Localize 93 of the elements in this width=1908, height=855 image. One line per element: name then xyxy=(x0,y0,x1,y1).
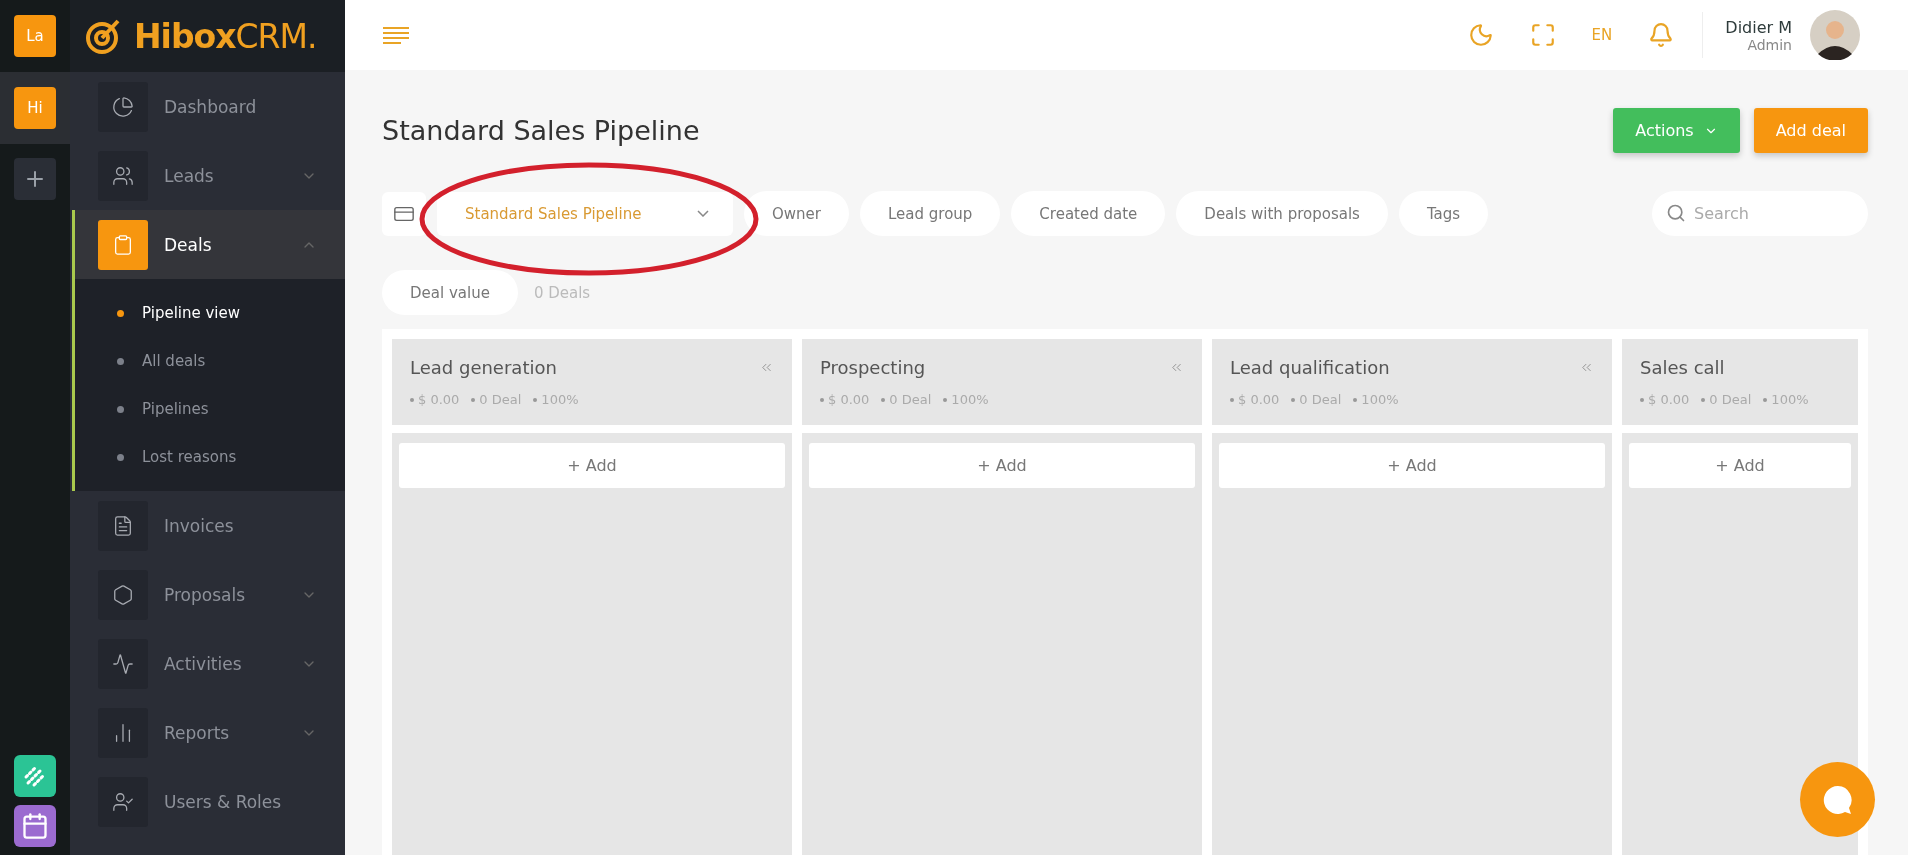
user-check-icon xyxy=(98,776,148,827)
filter-chip[interactable]: Created date xyxy=(1011,191,1166,236)
card-view-button[interactable] xyxy=(382,191,426,236)
filter-chip[interactable]: Owner xyxy=(744,191,849,236)
stage-stat: 0 Deal xyxy=(889,392,932,407)
add-workspace-button[interactable] xyxy=(14,158,56,200)
avatar[interactable] xyxy=(1810,10,1860,60)
bullet-icon xyxy=(117,405,124,413)
add-card-button[interactable]: + Add xyxy=(809,443,1195,488)
bullet-icon xyxy=(943,397,948,402)
submenu-item[interactable]: Pipelines xyxy=(75,385,345,433)
workspace-badge: La xyxy=(14,15,56,57)
bullet-icon xyxy=(1353,397,1358,402)
nav-item[interactable]: Users & Roles xyxy=(75,767,345,836)
stage-stat: 100% xyxy=(1771,392,1809,407)
stage-title: Lead qualification xyxy=(1230,357,1390,378)
filter-chip[interactable]: Tags xyxy=(1398,191,1489,236)
bullet-icon xyxy=(117,357,124,365)
app-stripes-icon[interactable] xyxy=(14,755,56,797)
users-icon xyxy=(98,150,148,201)
bullet-icon xyxy=(881,397,886,402)
search-icon xyxy=(1666,203,1686,223)
submenu-item[interactable]: Pipeline view xyxy=(75,289,345,337)
nav-item[interactable]: Activities xyxy=(75,629,345,698)
workspace-badge: Hi xyxy=(14,87,56,129)
nav-label: Activities xyxy=(164,653,243,674)
nav-item[interactable]: Deals xyxy=(75,210,345,279)
workspace-tab[interactable]: Hi xyxy=(0,72,70,144)
calendar-app-icon[interactable] xyxy=(14,805,56,847)
bullet-icon xyxy=(117,453,124,461)
pipeline-select[interactable]: Standard Sales Pipeline xyxy=(437,191,733,236)
nav-item[interactable]: Proposals xyxy=(75,560,345,629)
nav-item[interactable]: Invoices xyxy=(75,491,345,560)
stage-stat: 100% xyxy=(541,392,579,407)
search-field[interactable]: Search xyxy=(1652,191,1868,236)
stage-stat: $ 0.00 xyxy=(418,392,460,407)
nav-item[interactable]: Dashboard xyxy=(75,72,345,141)
nav-label: Proposals xyxy=(164,584,246,605)
bullet-icon xyxy=(410,397,414,402)
add-card-button[interactable]: + Add xyxy=(1629,443,1851,488)
nav-label: Leads xyxy=(164,165,215,186)
user-role: Admin xyxy=(1747,36,1792,53)
workspace-tab[interactable]: La xyxy=(0,0,70,72)
bullet-icon xyxy=(1701,397,1706,402)
bullet-icon xyxy=(533,397,538,402)
nav-item[interactable]: Reports xyxy=(75,698,345,767)
submenu-item[interactable]: Lost reasons xyxy=(75,433,345,481)
bullet-icon xyxy=(117,309,124,317)
filter-chip[interactable]: Deals with proposals xyxy=(1176,191,1388,236)
page-title: Standard Sales Pipeline xyxy=(382,115,701,146)
bullet-icon xyxy=(820,397,824,402)
bullet-icon xyxy=(471,397,476,402)
stage-stat: $ 0.00 xyxy=(1648,392,1690,407)
nav-label: Invoices xyxy=(164,515,235,536)
add-deal-button[interactable]: Add deal xyxy=(1753,108,1868,153)
fullscreen-icon[interactable] xyxy=(1529,22,1556,48)
bar-chart-icon xyxy=(98,707,148,758)
stage-stat: 100% xyxy=(951,392,989,407)
document-icon xyxy=(98,500,148,551)
nav-label: Users & Roles xyxy=(164,791,283,812)
stage-stat: $ 0.00 xyxy=(1238,392,1280,407)
moon-icon[interactable] xyxy=(1467,22,1494,48)
pie-chart-icon xyxy=(98,81,148,132)
add-card-button[interactable]: + Add xyxy=(399,443,785,488)
stage-stat: 100% xyxy=(1361,392,1399,407)
nav-label: Dashboard xyxy=(164,96,258,117)
bullet-icon xyxy=(1763,397,1768,402)
deal-count: 0 Deals xyxy=(533,283,591,302)
add-card-button[interactable]: + Add xyxy=(1219,443,1605,488)
pulse-icon xyxy=(98,638,148,689)
actions-button[interactable]: Actions xyxy=(1613,108,1740,153)
submenu-item[interactable]: All deals xyxy=(75,337,345,385)
bell-icon[interactable] xyxy=(1648,22,1675,48)
bullet-icon xyxy=(1230,397,1234,402)
chevron-down-icon xyxy=(697,210,709,217)
brand-logo: HiboxCRM. xyxy=(134,16,317,56)
stage-stat: 0 Deal xyxy=(1709,392,1752,407)
stage-stat: 0 Deal xyxy=(479,392,522,407)
nav-item[interactable]: Leads xyxy=(75,141,345,210)
nav-label: Deals xyxy=(164,234,213,255)
user-name: Didier M xyxy=(1725,17,1792,37)
stage-stat: 0 Deal xyxy=(1299,392,1342,407)
clipboard-icon xyxy=(98,219,148,270)
sort-chip[interactable]: Deal value xyxy=(382,270,518,315)
bullet-icon xyxy=(1291,397,1296,402)
stage-title: Sales call xyxy=(1640,357,1725,378)
stage-title: Lead generation xyxy=(410,357,557,378)
stage-stat: $ 0.00 xyxy=(828,392,870,407)
nav-label: Reports xyxy=(164,722,231,743)
bullet-icon xyxy=(1640,397,1644,402)
menu-icon[interactable] xyxy=(383,26,409,44)
stage-title: Prospecting xyxy=(820,357,926,378)
filter-chip[interactable]: Lead group xyxy=(860,191,1001,236)
